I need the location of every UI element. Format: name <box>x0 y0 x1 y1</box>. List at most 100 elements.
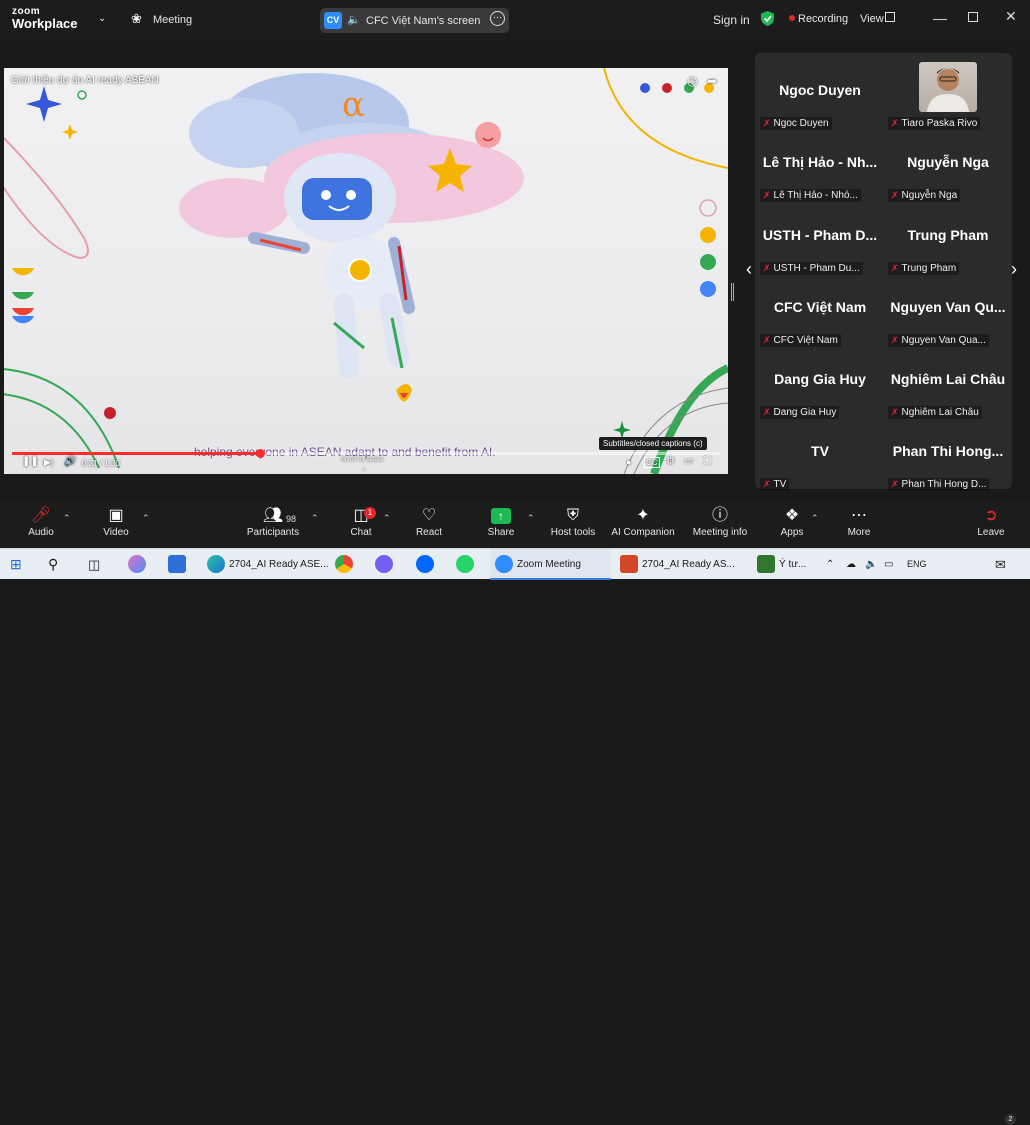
audio-caret-icon[interactable]: ⌃ <box>63 513 71 524</box>
view-layout-icon[interactable] <box>885 12 895 22</box>
windows-start-icon[interactable]: ⊞ <box>10 549 22 580</box>
participant-tile[interactable]: Nguyen Van Qu... ✗ Nguyen Van Qua... <box>885 279 1011 351</box>
participant-tile[interactable]: Phan Thi Hong... ✗ Phan Thi Hong D... <box>885 423 1011 495</box>
participant-tile[interactable]: TV ✗ TV <box>757 423 883 495</box>
sign-in-link[interactable]: Sign in <box>713 13 750 27</box>
ai-companion-button[interactable]: ✦ AI Companion <box>608 505 678 538</box>
file-explorer-icon[interactable] <box>168 549 190 580</box>
participant-name-label: ✗ TV <box>760 478 790 491</box>
share-arrow-icon[interactable]: ➦ <box>707 74 717 88</box>
participant-tile[interactable]: USTH - Pham D... ✗ USTH - Pham Du... <box>757 207 883 279</box>
video-button[interactable]: ▣ Video <box>96 505 136 538</box>
shared-screen-video[interactable]: α Giới thiệu dự án AI ready ASEAN ◷ ➦ Su… <box>4 68 728 474</box>
react-button[interactable]: ♡ React <box>412 505 446 538</box>
participant-tile[interactable]: Nghiêm Lai Châu ✗ Nghiêm Lai Châu <box>885 351 1011 423</box>
clock[interactable]: 9:09 AM 4/27/2025 <box>935 1100 981 1124</box>
notification-icon[interactable]: ✉ <box>995 549 1006 580</box>
svg-text:α: α <box>342 85 365 125</box>
participant-display-name: TV <box>811 443 829 459</box>
more-dots-icon: ⋯ <box>851 507 867 524</box>
participant-tile[interactable]: ✗ Tiaro Paska Rivo <box>885 62 1011 134</box>
shield-icon[interactable] <box>760 10 775 27</box>
share-caret-icon[interactable]: ⌃ <box>527 513 535 524</box>
minimize-icon[interactable]: — <box>933 10 947 26</box>
cast-icon[interactable]: ▭ <box>684 456 693 467</box>
restore-icon[interactable] <box>968 12 978 22</box>
recording-label[interactable]: Recording <box>798 13 848 25</box>
share-label: CFC Việt Nam's screen <box>366 15 481 27</box>
video-caret-icon[interactable]: ⌃ <box>142 513 150 524</box>
logo-line2: Workplace <box>12 16 78 31</box>
apps-button[interactable]: ❖ Apps <box>776 505 808 538</box>
volume-icon[interactable]: 🔊 <box>64 456 76 467</box>
play-pause-icon[interactable]: ❚❚ <box>22 456 39 467</box>
host-tools-button[interactable]: ⛨ Host tools <box>546 505 600 538</box>
leave-button[interactable]: ➲ Leave <box>973 505 1009 538</box>
apps-caret-icon[interactable]: ⌃ <box>811 513 819 524</box>
participant-tile[interactable]: Dang Gia Huy ✗ Dang Gia Huy <box>757 351 883 423</box>
panel-resize-handle[interactable] <box>731 283 734 301</box>
fullscreen-icon[interactable]: ⛶ <box>704 456 711 467</box>
battery-icon[interactable]: ▭ <box>884 549 893 580</box>
participants-label: Participants <box>246 527 300 538</box>
chat-caret-icon[interactable]: ⌃ <box>383 513 391 524</box>
video-progress-bar[interactable] <box>12 449 720 458</box>
cc-icon[interactable]: CC <box>644 457 660 468</box>
taskbar-app4-label: Ý tư... <box>779 559 807 570</box>
copilot-icon[interactable] <box>128 549 150 580</box>
view-button[interactable]: View <box>860 13 884 25</box>
chrome-icon[interactable] <box>335 549 357 580</box>
chevron-down-icon[interactable]: ⌄ <box>98 13 106 24</box>
task-view-icon[interactable]: ◫ <box>88 549 100 580</box>
more-options-icon[interactable]: ··· <box>490 11 505 26</box>
participant-tile[interactable]: Trung Pham ✗ Trung Pham <box>885 207 1011 279</box>
more-button[interactable]: ⋯ More <box>843 505 875 538</box>
meeting-info-button[interactable]: ⓘ Meeting info <box>689 505 751 538</box>
participant-label-text: Ngoc Duyen <box>773 118 829 129</box>
participant-tile[interactable]: CFC Việt Nam ✗ CFC Việt Nam <box>757 279 883 351</box>
participants-caret-icon[interactable]: ⌃ <box>311 513 319 524</box>
participant-tile[interactable]: Ngoc Duyen ✗ Ngoc Duyen <box>757 62 883 134</box>
share-button[interactable]: ↑ Share <box>483 505 519 538</box>
taskbar-edge-app[interactable]: 2704_AI Ready ASE... <box>207 549 329 580</box>
mic-muted-icon: 🎤︎ <box>30 507 52 524</box>
settings-gear-icon[interactable]: ⚙ <box>666 456 675 467</box>
meeting-label[interactable]: Meeting <box>153 14 192 26</box>
language-indicator[interactable]: ENG <box>907 549 927 580</box>
taskbar-powerpoint-app[interactable]: 2704_AI Ready AS... <box>620 549 735 580</box>
onedrive-icon[interactable]: ☁ <box>846 549 856 580</box>
tray-chevron-icon[interactable]: ⌃ <box>826 549 834 580</box>
next-page-icon[interactable]: › <box>1011 259 1017 280</box>
zoom-logo: zoom Workplace <box>12 7 78 31</box>
participant-tile[interactable]: Lê Thị Hảo - Nh... ✗ Lê Thị Hảo - Nhó... <box>757 134 883 206</box>
taskbar-zoom-app[interactable]: Zoom Meeting <box>490 549 611 580</box>
mic-muted-icon: ✗ <box>891 479 899 489</box>
participant-label-text: Lê Thị Hảo - Nhó... <box>773 190 858 201</box>
next-icon[interactable]: ▶| <box>44 457 53 468</box>
progress-knob[interactable] <box>255 449 265 458</box>
leave-label: Leave <box>977 527 1005 538</box>
participant-label-text: Tiaro Paska Rivo <box>901 118 978 129</box>
zalo-icon[interactable] <box>416 549 438 580</box>
screen-share-indicator[interactable]: CV 🔈 CFC Việt Nam's screen ··· <box>320 8 509 33</box>
clock-time: 9:09 AM <box>941 1101 975 1111</box>
participant-tile[interactable]: Nguyễn Nga ✗ Nguyễn Nga <box>885 134 1011 206</box>
video-label: Video <box>103 527 129 538</box>
viber-icon[interactable] <box>375 549 397 580</box>
prev-page-icon[interactable]: ‹ <box>746 259 752 280</box>
participant-display-name: Trung Pham <box>907 227 989 243</box>
autoplay-icon[interactable]: ● <box>626 457 631 467</box>
mic-muted-icon: ✗ <box>891 335 899 345</box>
taskbar-project-app[interactable]: Ý tư... <box>757 549 806 580</box>
ai-companion-label: AI Companion <box>611 527 675 538</box>
whatsapp-icon[interactable] <box>456 549 478 580</box>
search-icon[interactable]: ⚲ <box>48 549 58 580</box>
speaker-tray-icon[interactable]: 🔈 <box>865 549 877 580</box>
close-icon[interactable]: ✕ <box>1005 8 1017 25</box>
participant-label-text: Nghiêm Lai Châu <box>901 407 979 418</box>
participant-label-text: Trung Pham <box>901 263 957 274</box>
audio-button[interactable]: 🎤︎ Audio <box>22 505 60 538</box>
clock-icon[interactable]: ◷ <box>687 74 697 88</box>
participant-name-label: ✗ Phan Thi Hong D... <box>888 478 990 491</box>
speaker-icon: 🔈 <box>347 14 361 26</box>
